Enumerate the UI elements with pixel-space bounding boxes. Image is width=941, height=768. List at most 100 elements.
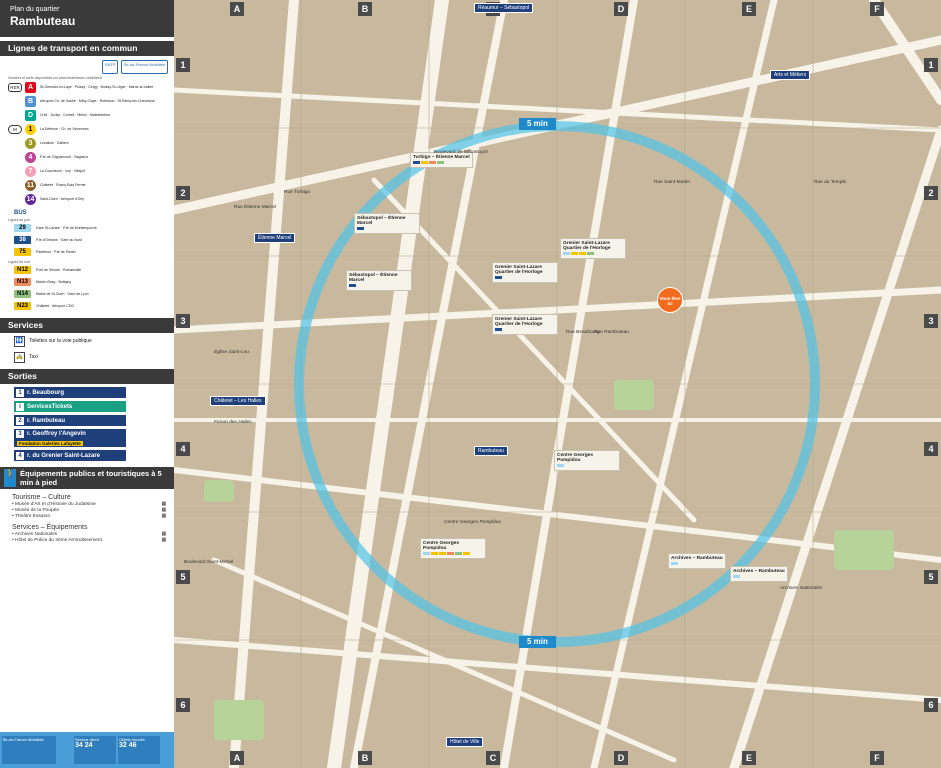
exit-extra: Tickets — [51, 403, 73, 410]
street-label: Rue du Temple — [814, 180, 847, 185]
exit-number: i — [16, 402, 24, 411]
bus-line-desc: P.te d'Orléans · Gare du Nord — [36, 237, 82, 242]
grid-letter-bottom: B — [358, 751, 372, 765]
rer-line-badge: D — [25, 109, 36, 121]
footer-bar: Île-de-France Mobilités Service client 3… — [0, 732, 174, 768]
exit-label: r. du Grenier Saint-Lazare — [27, 452, 101, 459]
taxi-icon: 🚕 — [14, 351, 25, 363]
metro-line-desc: P.te de Clignancourt · Bagneux — [40, 154, 89, 159]
service-label: Taxi — [29, 354, 38, 360]
station-label[interactable]: Arts et Métiers — [770, 70, 811, 80]
equipment-category: Services – Équipements — [12, 524, 88, 531]
metro-line-badge: 7 — [25, 165, 36, 177]
map-canvas[interactable] — [174, 0, 941, 768]
noctilien-line-row: N12 Pont de Sèvres · Romainville — [0, 264, 174, 276]
station-label[interactable]: Châtelet – Les Halles — [210, 396, 266, 406]
equipment-item[interactable]: • Hôtel de Police du 3ème Arrondissement… — [0, 537, 174, 543]
neighborhood-map[interactable]: AABBCCDDEEFF112233445566 Réaumur – Sébas… — [174, 0, 941, 768]
metro-line-desc: La Courneuve · Ivry · Villejuif — [40, 168, 85, 173]
grid-number-right: 1 — [924, 58, 938, 72]
noctilien-line-desc: Mairie d'Issy · Bobigny — [36, 279, 72, 284]
exits-heading: Sorties — [0, 369, 174, 384]
station-label[interactable]: Hôtel de Ville — [446, 737, 484, 747]
metro-line-desc: Châtelet · Rosny-Bois-Perrier — [40, 182, 86, 187]
bus-stop-card[interactable]: Sébastopol – Étienne Marcel — [354, 213, 420, 234]
bus-line-badge: 38 — [14, 236, 31, 244]
toilets-icon: 🚻 — [14, 335, 25, 347]
rer-line-row: RERBAéroport Ch. de Gaulle · Mitry-Claye… — [0, 94, 174, 108]
bus-stop-card[interactable]: Centre Georges Pompidou — [554, 450, 620, 471]
bus-stop-card[interactable]: Archives – Rambuteau — [668, 553, 726, 569]
bus-stop-name: Centre Georges Pompidou — [557, 453, 593, 463]
noctilien-list: N12 Pont de Sèvres · Romainville N13 Mairie… — [0, 264, 174, 312]
bus-line-row: 29 Gare St-Lazare · P.te de Montempoivre — [0, 222, 174, 234]
metro-line-badge: 11 — [25, 179, 36, 191]
bus-stop-line-chip — [423, 551, 430, 555]
bus-stop-card[interactable]: Grenier Saint-Lazare Quartier de l'Horlo… — [492, 262, 558, 283]
bus-stop-line-chip — [455, 551, 462, 555]
bus-line-desc: Gare St-Lazare · P.te de Montempoivre — [36, 225, 97, 230]
bus-stop-line-chip — [671, 561, 678, 565]
metro-line-badge: 1 — [25, 123, 36, 135]
exit-item[interactable]: 4 r. du Grenier Saint-Lazare — [14, 450, 126, 461]
bus-list: 29 Gare St-Lazare · P.te de Montempoivre 3… — [0, 222, 174, 258]
bus-stop-line-chip — [429, 160, 436, 164]
metro-list: M1 La Défense · Ch. de VincennesM3 Levallo… — [0, 122, 174, 206]
exit-item[interactable]: 2 r. Rambuteau — [14, 415, 126, 426]
rer-line-badge: B — [25, 95, 36, 107]
bus-stop-card[interactable]: Centre Georges Pompidou — [420, 538, 486, 559]
street-label: Rue Étienne Marcel — [234, 205, 277, 210]
bus-stop-name: Turbigo – Étienne Marcel — [413, 155, 470, 160]
rue-aubry-le-boucher — [371, 177, 697, 523]
services-heading: Services — [0, 318, 174, 333]
bus-stop-line-chip — [495, 327, 502, 331]
metro-line-row: M3Levallois · Gallieni — [0, 136, 174, 150]
exit-number: 2 — [16, 416, 24, 425]
service-label: Toilettes sur la voie publique — [29, 338, 92, 344]
bus-stop-card[interactable]: Archives – Rambuteau — [730, 566, 788, 582]
rer-line-desc: Aéroport Ch. de Gaulle · Mitry-Claye · R… — [40, 98, 155, 103]
bus-heading: BUS — [14, 210, 27, 216]
bus-stop-line-chip — [733, 574, 740, 578]
place-label: Église Saint-Leu — [214, 350, 249, 355]
metro-line-row: M11Châtelet · Rosny-Bois-Perrier — [0, 178, 174, 192]
bus-stop-line-chip — [413, 160, 420, 164]
footer-objets-trouves[interactable]: Objets trouvés 32 46 — [118, 736, 160, 764]
idfm-logo: Île-de-France Mobilités — [121, 60, 168, 74]
exit-item[interactable]: 1 r. Beaubourg — [14, 387, 126, 398]
grid-letter-bottom: E — [742, 751, 756, 765]
footer-service-client[interactable]: Service client 34 24 — [74, 736, 116, 764]
noctilien-line-row: N14 Mairie de St-Ouen · Gare de Lyon — [0, 288, 174, 300]
grid-ref-icon: ▦ — [161, 532, 166, 537]
station-label[interactable]: Rambuteau — [474, 446, 508, 456]
station-label[interactable]: Étienne Marcel — [254, 233, 296, 243]
station-label[interactable]: Réaumur – Sébastopol — [474, 3, 534, 13]
exits-list: 1 r. Beaubourg i Services Tickets 2 r. Rambut… — [0, 387, 174, 461]
metro-line-row: M 1 La Défense · Ch. de Vincennes — [0, 122, 174, 136]
footer-idfm[interactable]: Île-de-France Mobilités — [2, 736, 56, 764]
grid-letter-bottom: D — [614, 751, 628, 765]
grid-letter-top: D — [614, 2, 628, 16]
exit-number: 1 — [16, 388, 24, 397]
equipment-item-label: • Musée de la Poupée — [12, 508, 60, 513]
you-are-here-marker: Vous êtes ici — [657, 287, 683, 313]
exit-item[interactable]: 3 r. Geoffroy l'Angevin Fondation Galeries… — [14, 429, 126, 447]
exit-item[interactable]: i Services Tickets — [14, 401, 126, 412]
bus-stop-card[interactable]: Grenier Saint-Lazare Quartier de l'Horlo… — [560, 238, 626, 259]
walk-5min-label-top: 5 min — [519, 118, 556, 130]
noctilien-line-badge: N23 — [14, 302, 31, 310]
grid-number-left: 3 — [176, 314, 190, 328]
noctilien-line-desc: Mairie de St-Ouen · Gare de Lyon — [36, 291, 89, 296]
place-label: Forum des Halles — [214, 420, 252, 425]
bus-stop-card[interactable]: Sébastopol – Étienne Marcel — [346, 270, 412, 291]
bus-stop-line-chip — [587, 251, 594, 255]
grid-number-right: 5 — [924, 570, 938, 584]
rer-line-desc: St-Germain-en-Laye · Poissy · Cergy · Bo… — [40, 84, 154, 89]
grid-letter-top: A — [230, 2, 244, 16]
metro-line-badge: 4 — [25, 151, 36, 163]
rer-line-row: RER A St-Germain-en-Laye · Poissy · Cergy … — [0, 80, 174, 94]
bus-stop-card[interactable]: Grenier Saint-Lazare Quartier de l'Horlo… — [492, 314, 558, 335]
grid-number-right: 3 — [924, 314, 938, 328]
page-title: Rambuteau — [10, 14, 76, 28]
service-row: 🚕 Taxi — [0, 349, 174, 365]
